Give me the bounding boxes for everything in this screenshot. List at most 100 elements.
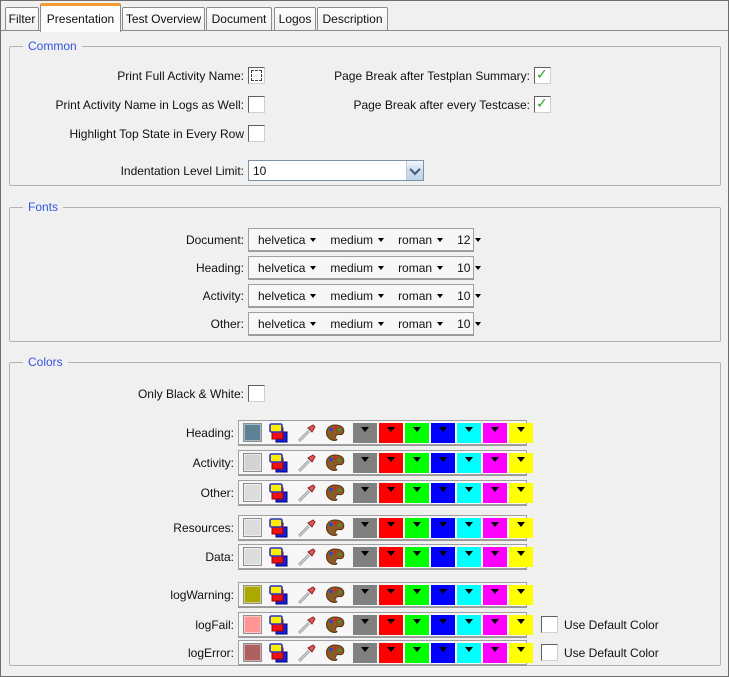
- standard-colors-icon[interactable]: [269, 453, 289, 473]
- font-weight-dropdown[interactable]: medium: [330, 261, 384, 275]
- color-dropdown-swatch[interactable]: [379, 483, 403, 503]
- color-dropdown-swatch[interactable]: [379, 547, 403, 567]
- only-black-and-white-checkbox[interactable]: [248, 385, 265, 402]
- font-slant-dropdown[interactable]: roman: [398, 317, 443, 331]
- page-break-after-every-testcase-checkbox[interactable]: [534, 96, 551, 113]
- font-slant-dropdown[interactable]: roman: [398, 233, 443, 247]
- standard-colors-icon[interactable]: [269, 547, 289, 567]
- font-size-dropdown[interactable]: 10: [457, 317, 481, 331]
- color-dropdown-swatch[interactable]: [509, 453, 533, 473]
- color-dropdown-swatch[interactable]: [483, 615, 507, 635]
- font-family-dropdown[interactable]: helvetica: [258, 317, 316, 331]
- color-dropdown-swatch[interactable]: [431, 615, 455, 635]
- standard-colors-icon[interactable]: [269, 615, 289, 635]
- color-picker-icon[interactable]: [297, 643, 317, 663]
- color-dropdown-swatch[interactable]: [405, 585, 429, 605]
- font-slant-dropdown[interactable]: roman: [398, 289, 443, 303]
- standard-colors-icon[interactable]: [269, 585, 289, 605]
- color-dropdown-swatch[interactable]: [353, 547, 377, 567]
- color-dropdown-swatch[interactable]: [353, 585, 377, 605]
- color-dropdown-swatch[interactable]: [457, 547, 481, 567]
- color-dropdown-swatch[interactable]: [353, 643, 377, 663]
- current-color-swatch[interactable]: [243, 615, 262, 634]
- color-dropdown-swatch[interactable]: [483, 423, 507, 443]
- color-dropdown-swatch[interactable]: [431, 483, 455, 503]
- font-weight-dropdown[interactable]: medium: [330, 317, 384, 331]
- color-dropdown-swatch[interactable]: [483, 547, 507, 567]
- standard-colors-icon[interactable]: [269, 518, 289, 538]
- color-picker-icon[interactable]: [297, 483, 317, 503]
- color-dropdown-swatch[interactable]: [353, 615, 377, 635]
- palette-icon[interactable]: [325, 483, 345, 503]
- tab-description[interactable]: Description: [317, 7, 388, 30]
- color-dropdown-swatch[interactable]: [457, 453, 481, 473]
- color-dropdown-swatch[interactable]: [457, 643, 481, 663]
- color-picker-icon[interactable]: [297, 453, 317, 473]
- current-color-swatch[interactable]: [243, 518, 262, 537]
- color-dropdown-swatch[interactable]: [483, 483, 507, 503]
- color-dropdown-swatch[interactable]: [353, 483, 377, 503]
- color-dropdown-swatch[interactable]: [509, 483, 533, 503]
- current-color-swatch[interactable]: [243, 643, 262, 662]
- color-dropdown-swatch[interactable]: [483, 643, 507, 663]
- color-dropdown-swatch[interactable]: [379, 453, 403, 473]
- color-dropdown-swatch[interactable]: [483, 453, 507, 473]
- current-color-swatch[interactable]: [243, 585, 262, 604]
- color-dropdown-swatch[interactable]: [405, 547, 429, 567]
- palette-icon[interactable]: [325, 643, 345, 663]
- use-default-color-checkbox[interactable]: [541, 644, 558, 661]
- color-dropdown-swatch[interactable]: [405, 615, 429, 635]
- color-dropdown-swatch[interactable]: [405, 518, 429, 538]
- font-size-dropdown[interactable]: 10: [457, 289, 481, 303]
- color-dropdown-swatch[interactable]: [509, 615, 533, 635]
- color-dropdown-swatch[interactable]: [405, 423, 429, 443]
- highlight-top-state-checkbox[interactable]: [248, 125, 265, 142]
- color-picker-icon[interactable]: [297, 518, 317, 538]
- font-slant-dropdown[interactable]: roman: [398, 261, 443, 275]
- color-dropdown-swatch[interactable]: [379, 643, 403, 663]
- font-family-dropdown[interactable]: helvetica: [258, 261, 316, 275]
- color-dropdown-swatch[interactable]: [353, 423, 377, 443]
- page-break-after-testplan-summary-checkbox[interactable]: [534, 67, 551, 84]
- color-dropdown-swatch[interactable]: [353, 518, 377, 538]
- color-dropdown-swatch[interactable]: [379, 423, 403, 443]
- color-dropdown-swatch[interactable]: [431, 547, 455, 567]
- font-size-dropdown[interactable]: 12: [457, 233, 481, 247]
- tab-presentation[interactable]: Presentation: [40, 3, 121, 32]
- palette-icon[interactable]: [325, 453, 345, 473]
- current-color-swatch[interactable]: [243, 547, 262, 566]
- color-dropdown-swatch[interactable]: [379, 615, 403, 635]
- color-picker-icon[interactable]: [297, 585, 317, 605]
- color-dropdown-swatch[interactable]: [457, 615, 481, 635]
- tab-test-overview[interactable]: Test Overview: [122, 7, 205, 30]
- font-size-dropdown[interactable]: 10: [457, 261, 481, 275]
- standard-colors-icon[interactable]: [269, 483, 289, 503]
- standard-colors-icon[interactable]: [269, 643, 289, 663]
- color-dropdown-swatch[interactable]: [379, 518, 403, 538]
- use-default-color-checkbox[interactable]: [541, 616, 558, 633]
- current-color-swatch[interactable]: [243, 453, 262, 472]
- font-family-dropdown[interactable]: helvetica: [258, 289, 316, 303]
- combo-dropdown-button[interactable]: [406, 161, 423, 180]
- palette-icon[interactable]: [325, 547, 345, 567]
- palette-icon[interactable]: [325, 518, 345, 538]
- palette-icon[interactable]: [325, 423, 345, 443]
- color-dropdown-swatch[interactable]: [457, 423, 481, 443]
- color-dropdown-swatch[interactable]: [509, 643, 533, 663]
- current-color-swatch[interactable]: [243, 483, 262, 502]
- font-weight-dropdown[interactable]: medium: [330, 233, 384, 247]
- color-dropdown-swatch[interactable]: [431, 643, 455, 663]
- color-dropdown-swatch[interactable]: [457, 585, 481, 605]
- color-picker-icon[interactable]: [297, 547, 317, 567]
- color-dropdown-swatch[interactable]: [431, 423, 455, 443]
- tab-document[interactable]: Document: [206, 7, 272, 30]
- color-dropdown-swatch[interactable]: [431, 518, 455, 538]
- color-picker-icon[interactable]: [297, 423, 317, 443]
- tab-logos[interactable]: Logos: [274, 7, 316, 30]
- palette-icon[interactable]: [325, 615, 345, 635]
- color-picker-icon[interactable]: [297, 615, 317, 635]
- color-dropdown-swatch[interactable]: [379, 585, 403, 605]
- current-color-swatch[interactable]: [243, 423, 262, 442]
- color-dropdown-swatch[interactable]: [353, 453, 377, 473]
- color-dropdown-swatch[interactable]: [405, 643, 429, 663]
